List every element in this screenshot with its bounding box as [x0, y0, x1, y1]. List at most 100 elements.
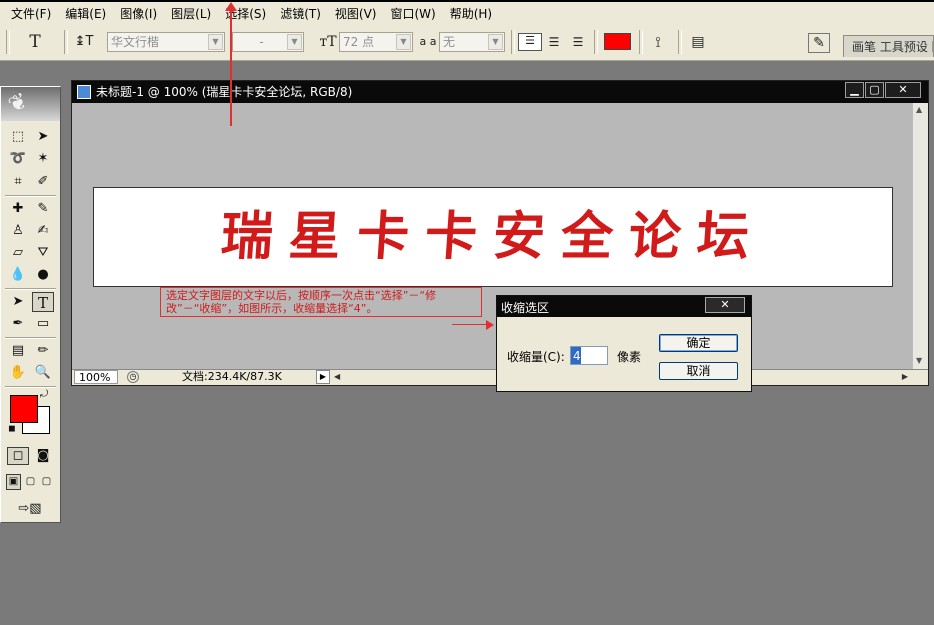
unit-label: 像素	[617, 350, 642, 364]
pen-tool-icon[interactable]: ✒	[7, 314, 29, 334]
scroll-up-icon[interactable]: ▲	[916, 105, 922, 114]
document-icon	[77, 85, 91, 99]
rectangle-tool-icon[interactable]: ▭	[32, 314, 54, 334]
shrink-amount-input[interactable]	[570, 346, 608, 365]
arrow-right-icon	[486, 320, 494, 330]
menu-help[interactable]: 帮助(H)	[443, 4, 499, 24]
tutorial-annotation: 选定文字图层的文字以后，按顺序一次点击“选择”－“修改”－“收缩”，如图所示，收…	[160, 287, 482, 317]
vertical-scrollbar[interactable]: ▲ ▼	[912, 103, 928, 369]
document-title: 未标题-1 @ 100% (瑞星卡卡安全论坛, RGB/8)	[96, 85, 353, 99]
healing-brush-tool-icon[interactable]: ✚	[7, 199, 29, 219]
marquee-tool-icon[interactable]: ⬚	[7, 127, 29, 147]
cancel-button[interactable]: 取消	[659, 362, 738, 380]
menu-window[interactable]: 窗口(W)	[383, 4, 442, 24]
eraser-tool-icon[interactable]: ▱	[7, 243, 29, 263]
full-screen-menu-mode-icon[interactable]: ▢	[23, 474, 38, 490]
font-size-icon: тT	[319, 34, 337, 50]
options-gripper[interactable]	[6, 30, 10, 54]
path-selection-tool-icon[interactable]: ➤	[7, 292, 29, 312]
blur-tool-icon[interactable]: 💧	[7, 265, 29, 285]
minimize-icon[interactable]: ▁	[845, 82, 864, 98]
type-tool-icon[interactable]: T	[24, 33, 46, 51]
default-colors-icon[interactable]: ◼	[6, 423, 18, 435]
align-left-icon[interactable]: ☰	[518, 33, 542, 51]
separator	[5, 337, 56, 339]
separator	[5, 288, 56, 290]
font-family-select[interactable]: 华文行楷 ▼	[107, 32, 225, 52]
move-tool-icon[interactable]: ➤	[32, 127, 54, 147]
separator	[639, 30, 643, 54]
separator	[5, 386, 56, 388]
antialias-value: 无	[443, 35, 456, 49]
text-color-swatch[interactable]	[604, 33, 631, 50]
chevron-down-icon: ▼	[287, 34, 302, 50]
arrow-up-icon	[225, 2, 237, 11]
lasso-tool-icon[interactable]: ➰	[7, 149, 29, 169]
toolbox-header[interactable]: ❦	[1, 87, 60, 121]
canvas-text-layer[interactable]: 瑞星卡卡安全论坛	[91, 188, 896, 286]
window-controls: ▁ ▢ ✕	[845, 82, 921, 98]
menu-layer[interactable]: 图层(L)	[164, 4, 218, 24]
antialias-select[interactable]: 无 ▼	[439, 32, 505, 52]
close-icon[interactable]: ✕	[885, 82, 921, 98]
status-menu-arrow-icon[interactable]: ▶	[316, 370, 330, 384]
jump-to-imageready-icon[interactable]: ⇨▧	[9, 499, 51, 519]
type-tool-active-icon[interactable]: T	[32, 292, 54, 312]
font-style-select[interactable]: - ▼	[232, 32, 304, 52]
palettes-toggle-icon[interactable]: ▤	[688, 33, 708, 51]
menu-view[interactable]: 视图(V)	[328, 4, 384, 24]
scroll-down-icon[interactable]: ▼	[916, 356, 922, 365]
full-screen-mode-icon[interactable]: ▢	[39, 474, 54, 490]
hand-tool-icon[interactable]: ✋	[7, 363, 29, 383]
annotation-pointer-line	[230, 8, 232, 126]
status-info-icon[interactable]: ◷	[127, 371, 139, 383]
contract-selection-dialog: 收缩选区 ✕ 收缩量(C): 像素 确定 取消	[496, 295, 752, 392]
maximize-icon[interactable]: ▢	[865, 82, 884, 98]
scroll-left-icon[interactable]: ◀	[334, 370, 340, 384]
separator	[678, 30, 682, 54]
font-family-value: 华文行楷	[111, 35, 160, 49]
options-bar: T ↨T 华文行楷 ▼ - ▼ тT 72 点 ▼ a a 无 ▼ ☰ ☰ ☰ …	[0, 25, 934, 61]
standard-screen-mode-icon[interactable]: ▣	[6, 474, 21, 490]
font-size-value: 72 点	[343, 35, 375, 49]
align-center-icon[interactable]: ☰	[544, 33, 564, 51]
history-brush-tool-icon[interactable]: ✍	[32, 221, 54, 241]
menu-edit[interactable]: 编辑(E)	[58, 4, 113, 24]
menu-bar: 文件(F) 编辑(E) 图像(I) 图层(L) 选择(S) 滤镜(T) 视图(V…	[0, 0, 934, 25]
paint-bucket-tool-icon[interactable]: ⛛	[32, 243, 54, 263]
canvas[interactable]: 瑞星卡卡安全论坛	[93, 187, 893, 287]
ok-button[interactable]: 确定	[659, 334, 738, 352]
document-title-bar[interactable]: 未标题-1 @ 100% (瑞星卡卡安全论坛, RGB/8) ▁ ▢ ✕	[72, 81, 928, 103]
menu-image[interactable]: 图像(I)	[113, 4, 164, 24]
brush-tool-icon[interactable]: ✎	[32, 199, 54, 219]
standard-mode-icon[interactable]: ◻	[7, 447, 29, 465]
text-orientation-icon[interactable]: ↨T	[74, 33, 94, 51]
clone-stamp-tool-icon[interactable]: ♙	[7, 221, 29, 241]
notes-tool-icon[interactable]: ▤	[7, 341, 29, 361]
menu-file[interactable]: 文件(F)	[4, 4, 58, 24]
menu-filter[interactable]: 滤镜(T)	[273, 4, 328, 24]
annotation-pointer-line	[452, 324, 488, 325]
document-size: 文档:234.4K/87.3K	[182, 370, 282, 383]
font-style-value: -	[259, 35, 264, 49]
palette-well-tab[interactable]: 画笔 工具预设 图层复合	[843, 35, 934, 57]
font-size-select[interactable]: 72 点 ▼	[339, 32, 413, 52]
zoom-field[interactable]: 100%	[74, 370, 118, 384]
dodge-tool-icon[interactable]: ●	[32, 265, 54, 285]
warp-text-icon[interactable]: ⟟	[648, 33, 668, 51]
align-right-icon[interactable]: ☰	[568, 33, 588, 51]
toolbox: ❦ ⬚ ➤ ➰ ✶ ⌗ ✐ ✚ ✎ ♙ ✍ ▱ ⛛ 💧 ● ➤ T ✒ ▭ ▤ …	[0, 86, 61, 523]
scroll-right-icon[interactable]: ▶	[902, 370, 908, 384]
slice-tool-icon[interactable]: ✐	[32, 172, 54, 192]
close-icon[interactable]: ✕	[705, 297, 745, 313]
swap-colors-icon[interactable]: ⤾	[37, 389, 51, 401]
eyedropper-tool-icon[interactable]: ✏	[32, 341, 54, 361]
magic-wand-tool-icon[interactable]: ✶	[32, 149, 54, 169]
zoom-tool-icon[interactable]: 🔍	[32, 363, 54, 383]
crop-tool-icon[interactable]: ⌗	[7, 172, 29, 192]
quick-mask-mode-icon[interactable]: ◙	[32, 447, 54, 465]
file-browser-icon[interactable]: ✎	[808, 33, 830, 53]
foreground-color-swatch[interactable]	[10, 395, 38, 423]
feather-logo-icon: ❦	[4, 88, 32, 119]
chevron-down-icon: ▼	[488, 34, 503, 50]
